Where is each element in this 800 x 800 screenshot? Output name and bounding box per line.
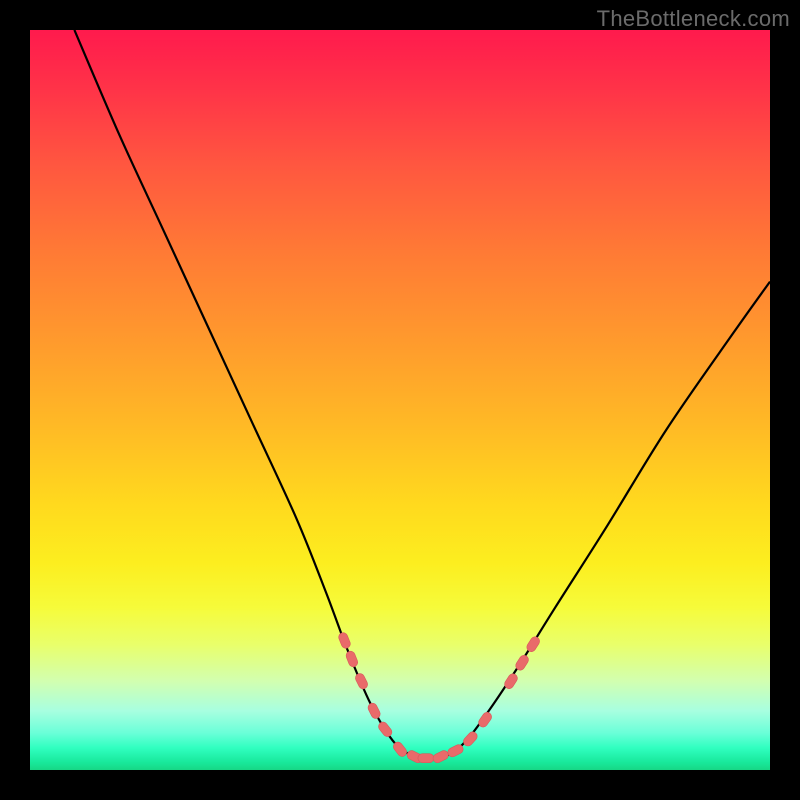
curve-marker xyxy=(432,749,450,764)
curve-marker xyxy=(525,635,541,653)
bottleneck-curve xyxy=(30,30,770,770)
curve-marker xyxy=(406,749,424,764)
curve-marker xyxy=(345,650,359,668)
curve-marker xyxy=(462,730,479,748)
curve-marker xyxy=(354,672,369,690)
curve-marker xyxy=(366,702,381,720)
chart-plot-area xyxy=(30,30,770,770)
curve-marker xyxy=(477,711,494,729)
curve-marker xyxy=(503,672,519,690)
chart-frame: TheBottleneck.com xyxy=(0,0,800,800)
curve-marker xyxy=(377,720,394,738)
curve-marker xyxy=(392,740,409,758)
curve-marker xyxy=(514,654,530,672)
curve-marker xyxy=(337,631,351,649)
curve-marker xyxy=(418,754,434,763)
watermark-text: TheBottleneck.com xyxy=(597,6,790,32)
curve-marker xyxy=(446,743,464,758)
